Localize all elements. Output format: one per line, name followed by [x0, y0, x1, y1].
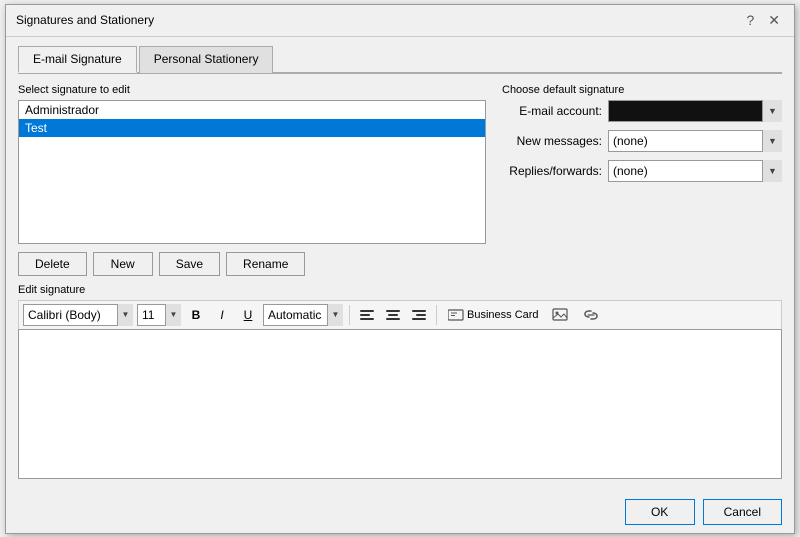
- email-account-arrow[interactable]: ▼: [762, 100, 782, 122]
- signatures-dialog: Signatures and Stationery ? ✕ E-mail Sig…: [5, 4, 795, 534]
- dialog-title: Signatures and Stationery: [16, 13, 154, 27]
- insert-link-icon: [582, 307, 600, 323]
- replies-forwards-wrapper: (none) ▼: [608, 160, 782, 182]
- dialog-content: E-mail Signature Personal Stationery Sel…: [6, 37, 794, 487]
- new-messages-row: New messages: (none) ▼: [502, 130, 782, 152]
- font-name-select[interactable]: Calibri (Body): [23, 304, 133, 326]
- align-left-button[interactable]: [356, 304, 378, 326]
- align-center-button[interactable]: [382, 304, 404, 326]
- signature-editor[interactable]: [18, 329, 782, 479]
- align-right-icon: [412, 310, 426, 320]
- font-size-select[interactable]: 11: [137, 304, 181, 326]
- title-bar: Signatures and Stationery ? ✕: [6, 5, 794, 37]
- cancel-button[interactable]: Cancel: [703, 499, 782, 525]
- help-button[interactable]: ?: [742, 13, 758, 27]
- font-name-wrapper: Calibri (Body) ▼: [23, 304, 133, 326]
- email-account-value[interactable]: [608, 100, 782, 122]
- main-area: Select signature to edit Administrador T…: [18, 84, 782, 276]
- italic-button[interactable]: I: [211, 304, 233, 326]
- footer: OK Cancel: [6, 491, 794, 533]
- color-select[interactable]: Automatic: [263, 304, 343, 326]
- replies-forwards-select[interactable]: (none): [608, 160, 782, 182]
- font-size-wrapper: 11 ▼: [137, 304, 181, 326]
- align-center-icon: [386, 310, 400, 320]
- email-account-wrapper: ▼: [608, 100, 782, 122]
- title-bar-controls: ? ✕: [742, 13, 784, 27]
- save-button[interactable]: Save: [159, 252, 220, 276]
- new-button[interactable]: New: [93, 252, 153, 276]
- rename-button[interactable]: Rename: [226, 252, 305, 276]
- tab-email-signature[interactable]: E-mail Signature: [18, 46, 137, 73]
- insert-image-icon: [552, 307, 570, 323]
- close-button[interactable]: ✕: [764, 13, 784, 27]
- color-select-wrapper: Automatic ▼: [263, 304, 343, 326]
- sig-item-administrador[interactable]: Administrador: [19, 101, 485, 119]
- sig-item-test[interactable]: Test: [19, 119, 485, 137]
- insert-link-button[interactable]: [578, 304, 604, 326]
- toolbar-sep-1: [349, 305, 350, 325]
- new-messages-label: New messages:: [502, 134, 602, 148]
- business-card-label: Business Card: [467, 309, 539, 321]
- align-right-button[interactable]: [408, 304, 430, 326]
- tabs-bar: E-mail Signature Personal Stationery: [18, 45, 782, 74]
- formatting-toolbar: Calibri (Body) ▼ 11 ▼ B I U: [18, 300, 782, 329]
- new-messages-wrapper: (none) ▼: [608, 130, 782, 152]
- new-messages-select[interactable]: (none): [608, 130, 782, 152]
- right-panel: Choose default signature E-mail account:…: [502, 84, 782, 276]
- sig-buttons: Delete New Save Rename: [18, 252, 486, 276]
- ok-button[interactable]: OK: [625, 499, 695, 525]
- underline-button[interactable]: U: [237, 304, 259, 326]
- bold-button[interactable]: B: [185, 304, 207, 326]
- choose-sig-label: Choose default signature: [502, 84, 782, 96]
- signature-list[interactable]: Administrador Test: [18, 100, 486, 244]
- select-sig-label: Select signature to edit: [18, 84, 486, 96]
- toolbar-sep-2: [436, 305, 437, 325]
- edit-section: Edit signature Calibri (Body) ▼ 11 ▼: [18, 284, 782, 479]
- replies-forwards-row: Replies/forwards: (none) ▼: [502, 160, 782, 182]
- tab-personal-stationery[interactable]: Personal Stationery: [139, 46, 274, 73]
- delete-button[interactable]: Delete: [18, 252, 87, 276]
- business-card-button[interactable]: Business Card: [443, 304, 544, 326]
- email-account-label: E-mail account:: [502, 104, 602, 118]
- insert-image-button[interactable]: [548, 304, 574, 326]
- left-panel: Select signature to edit Administrador T…: [18, 84, 486, 276]
- align-left-icon: [360, 310, 374, 320]
- replies-forwards-label: Replies/forwards:: [502, 164, 602, 178]
- email-account-row: E-mail account: ▼: [502, 100, 782, 122]
- business-card-icon: [448, 309, 464, 321]
- edit-sig-label: Edit signature: [18, 284, 782, 296]
